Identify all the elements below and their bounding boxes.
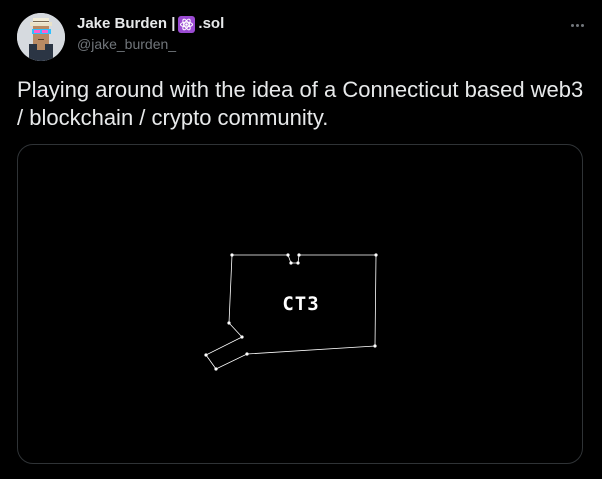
author-name-suffix: .sol xyxy=(198,15,225,32)
tweet-text: Playing around with the idea of a Connec… xyxy=(17,77,584,130)
avatar[interactable] xyxy=(17,13,65,61)
connecticut-outline-logo: CT3 xyxy=(204,253,378,371)
atom-icon xyxy=(178,15,196,33)
more-options-button[interactable] xyxy=(566,14,588,36)
author-name[interactable]: Jake Burden | .sol xyxy=(77,15,224,33)
pixel-avatar-icon xyxy=(17,13,65,61)
media-image[interactable]: CT3 xyxy=(17,144,583,464)
tweet: Jake Burden | .sol @jake_burden_ Playing… xyxy=(0,0,602,479)
more-dot-icon xyxy=(580,23,584,27)
more-dot-icon xyxy=(575,23,579,27)
more-dot-icon xyxy=(570,23,574,27)
author-info: Jake Burden | .sol @jake_burden_ xyxy=(77,15,224,53)
author-name-text: Jake Burden | xyxy=(77,15,176,32)
author-handle[interactable]: @jake_burden_ xyxy=(77,35,224,53)
ct3-logo-text: CT3 xyxy=(282,293,319,315)
